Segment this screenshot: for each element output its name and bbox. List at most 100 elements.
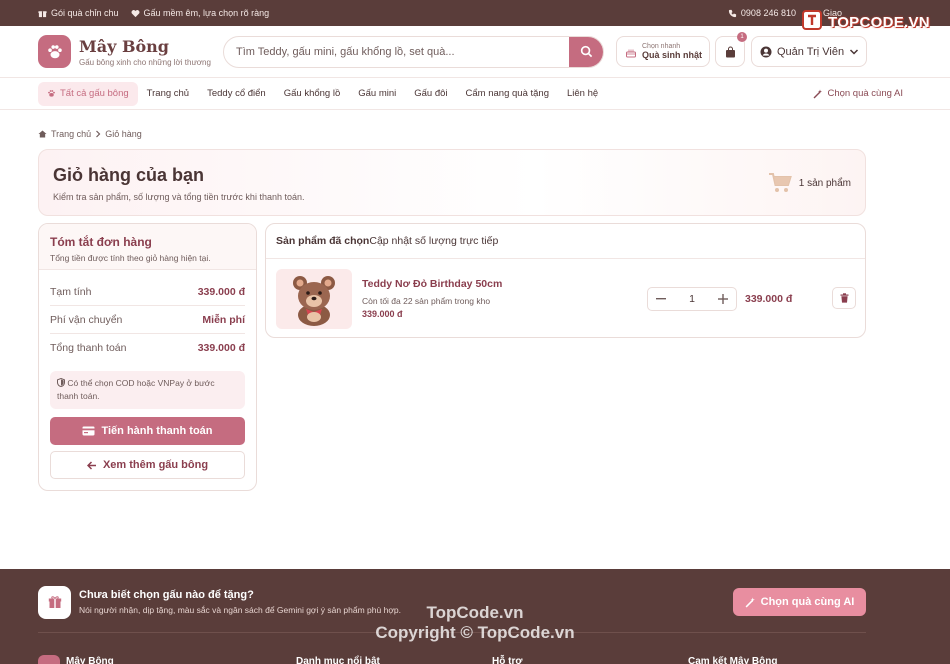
continue-shopping-button[interactable]: Xem thêm gấu bông (50, 451, 245, 479)
promo-text-1: Gói quà chỉn chu (51, 8, 119, 18)
order-summary-panel: Tóm tắt đơn hàng Tổng tiền được tính the… (38, 223, 257, 491)
gift-promo: Gói quà chỉn chu (38, 8, 119, 18)
subtotal-row: Tạm tính 339.000 đ (50, 278, 245, 306)
quantity-stepper: 1 (647, 287, 737, 311)
footer-ai-button[interactable]: Chọn quà cùng AI (733, 588, 866, 616)
watermark-logo-icon (800, 9, 826, 36)
brand-tagline: Gấu bông xinh cho những lời thương (79, 57, 211, 67)
product-info: Teddy Nơ Đỏ Birthday 50cm Còn tối đa 22 … (362, 278, 502, 319)
page-subtitle: Kiểm tra sản phẩm, số lượng và tổng tiền… (53, 192, 305, 202)
gift-icon (38, 9, 47, 18)
watermark-brand: TOPCODE.VN (828, 14, 930, 31)
cake-icon (625, 46, 637, 58)
nav-item-home[interactable]: Trang chủ (138, 82, 198, 106)
search-button[interactable] (569, 36, 603, 67)
nav-item-mini-bears[interactable]: Gấu mini (349, 82, 405, 106)
increase-quantity-button[interactable] (716, 292, 730, 306)
footer-ai-button-label: Chọn quà cùng AI (760, 596, 855, 608)
search-bar (223, 35, 604, 68)
heart-icon (131, 9, 140, 18)
order-summary-title: Tóm tắt đơn hàng (50, 235, 152, 249)
home-icon (38, 130, 47, 138)
footer-col-categories: Danh mục nổi bật (296, 656, 380, 664)
phone-contact[interactable]: 0908 246 810 (728, 8, 796, 18)
line-total: 339.000 đ (745, 293, 793, 305)
quick-pick-label: Quà sinh nhật (642, 50, 703, 60)
quick-pick-button[interactable]: Chọn nhanh Quà sinh nhật (616, 36, 710, 67)
ai-gift-link[interactable]: Chọn quà cùng AI (813, 88, 912, 99)
shipping-fee-value: Miễn phí (202, 313, 245, 326)
footer-col-brand-title: Mây Bông (66, 656, 114, 664)
page-title: Giỏ hàng của bạn (53, 165, 205, 185)
magic-wand-icon (813, 89, 823, 99)
chevron-right-icon (95, 130, 101, 138)
breadcrumb: Trang chủ Giỏ hàng (38, 129, 142, 139)
breadcrumb-current: Giỏ hàng (105, 129, 142, 139)
checkout-label: Tiến hành thanh toán (101, 425, 213, 437)
nav-item-gift-guide[interactable]: Cẩm nang quà tặng (457, 82, 558, 106)
watermark-line-2: Copyright © TopCode.vn (375, 623, 575, 642)
phone-number: 0908 246 810 (740, 8, 796, 18)
gift-box-icon (38, 585, 71, 619)
search-icon (580, 45, 593, 58)
nav-item-classic-teddy[interactable]: Teddy cổ điển (198, 82, 275, 106)
watermark-logo: TOPCODE.VN (800, 9, 930, 36)
quantity-value[interactable]: 1 (689, 293, 695, 305)
cart-item-row: Teddy Nơ Đỏ Birthday 50cm Còn tối đa 22 … (266, 259, 865, 337)
user-name: Quản Trị Viên (777, 45, 845, 58)
footer-col-support: Hỗ trợ (492, 656, 523, 664)
teddy-bear-image (293, 275, 335, 326)
selected-products-panel: Sản phẩm đã chọn Cập nhật số lượng trực … (265, 223, 866, 338)
cart-item-count: 1 sản phẩm (768, 172, 851, 194)
user-menu-button[interactable]: Quản Trị Viên (751, 36, 867, 67)
shield-icon (57, 378, 65, 387)
footer-col-brand: Mây Bông (38, 655, 296, 664)
payment-note: Có thể chọn COD hoặc VNPay ở bước thanh … (50, 371, 245, 409)
quick-pick-small: Chọn nhanh (642, 43, 681, 50)
search-input[interactable] (224, 45, 569, 58)
remove-item-button[interactable] (832, 287, 856, 309)
magic-wand-icon (745, 597, 756, 608)
ai-gift-label: Chọn quà cùng AI (827, 88, 903, 99)
cart-page-header: Giỏ hàng của bạn Kiểm tra sản phẩm, số l… (38, 149, 866, 216)
payment-note-text: Có thể chọn COD hoặc VNPay ở bước thanh … (57, 378, 215, 401)
phone-icon (728, 9, 737, 18)
footer-logo-icon (38, 655, 60, 664)
watermark-line-1: TopCode.vn (426, 603, 524, 622)
shopping-cart-icon (768, 172, 792, 194)
nav-label-all-bears: Tất cả gấu bông (60, 88, 129, 99)
nav-item-couple-bears[interactable]: Gấu đôi (405, 82, 456, 106)
cart-count-badge: 1 (737, 32, 747, 42)
grand-total-label: Tổng thanh toán (50, 342, 127, 354)
selected-products-subtitle: Cập nhật số lượng trực tiếp (369, 235, 499, 247)
product-name[interactable]: Teddy Nơ Đỏ Birthday 50cm (362, 278, 502, 290)
trash-icon (840, 293, 849, 303)
checkout-button[interactable]: Tiến hành thanh toán (50, 417, 245, 445)
selected-products-header: Sản phẩm đã chọn Cập nhật số lượng trực … (266, 224, 865, 259)
grand-total-value: 339.000 đ (197, 342, 245, 354)
cart-button[interactable]: 1 (715, 32, 747, 67)
user-circle-icon (760, 46, 772, 58)
decrease-quantity-button[interactable] (654, 292, 668, 306)
brand-name: Mây Bông (79, 36, 169, 56)
paw-logo-icon (38, 35, 71, 68)
product-stock: Còn tối đa 22 sản phẩm trong kho (362, 296, 491, 306)
chevron-down-icon (849, 48, 859, 56)
promo-text-2: Gấu mềm êm, lựa chọn rõ ràng (143, 8, 270, 18)
order-summary-header: Tóm tắt đơn hàng Tổng tiền được tính the… (39, 224, 256, 270)
heart-promo: Gấu mềm êm, lựa chọn rõ ràng (131, 8, 270, 18)
continue-shopping-label: Xem thêm gấu bông (102, 459, 209, 471)
footer-banner-title: Chưa biết chọn gấu nào để tặng? (79, 589, 254, 601)
product-unit-price: 339.000 đ (362, 309, 403, 319)
breadcrumb-home[interactable]: Trang chủ (51, 129, 91, 139)
arrow-left-icon (86, 460, 97, 470)
nav-item-all-bears[interactable]: Tất cả gấu bông (38, 81, 138, 106)
footer-col-commitment: Cam kết Mây Bông (688, 656, 778, 664)
credit-card-icon (82, 426, 95, 436)
site-logo[interactable]: Mây Bông Gấu bông xinh cho những lời thư… (38, 35, 223, 68)
product-thumbnail[interactable] (276, 268, 352, 329)
watermark-overlay: TopCode.vn Copyright © TopCode.vn (350, 603, 600, 643)
nav-item-contact[interactable]: Liên hệ (558, 82, 607, 106)
order-summary-subtitle: Tổng tiền được tính theo giỏ hàng hiện t… (50, 253, 211, 263)
nav-item-giant-bears[interactable]: Gấu khổng lồ (275, 82, 350, 106)
